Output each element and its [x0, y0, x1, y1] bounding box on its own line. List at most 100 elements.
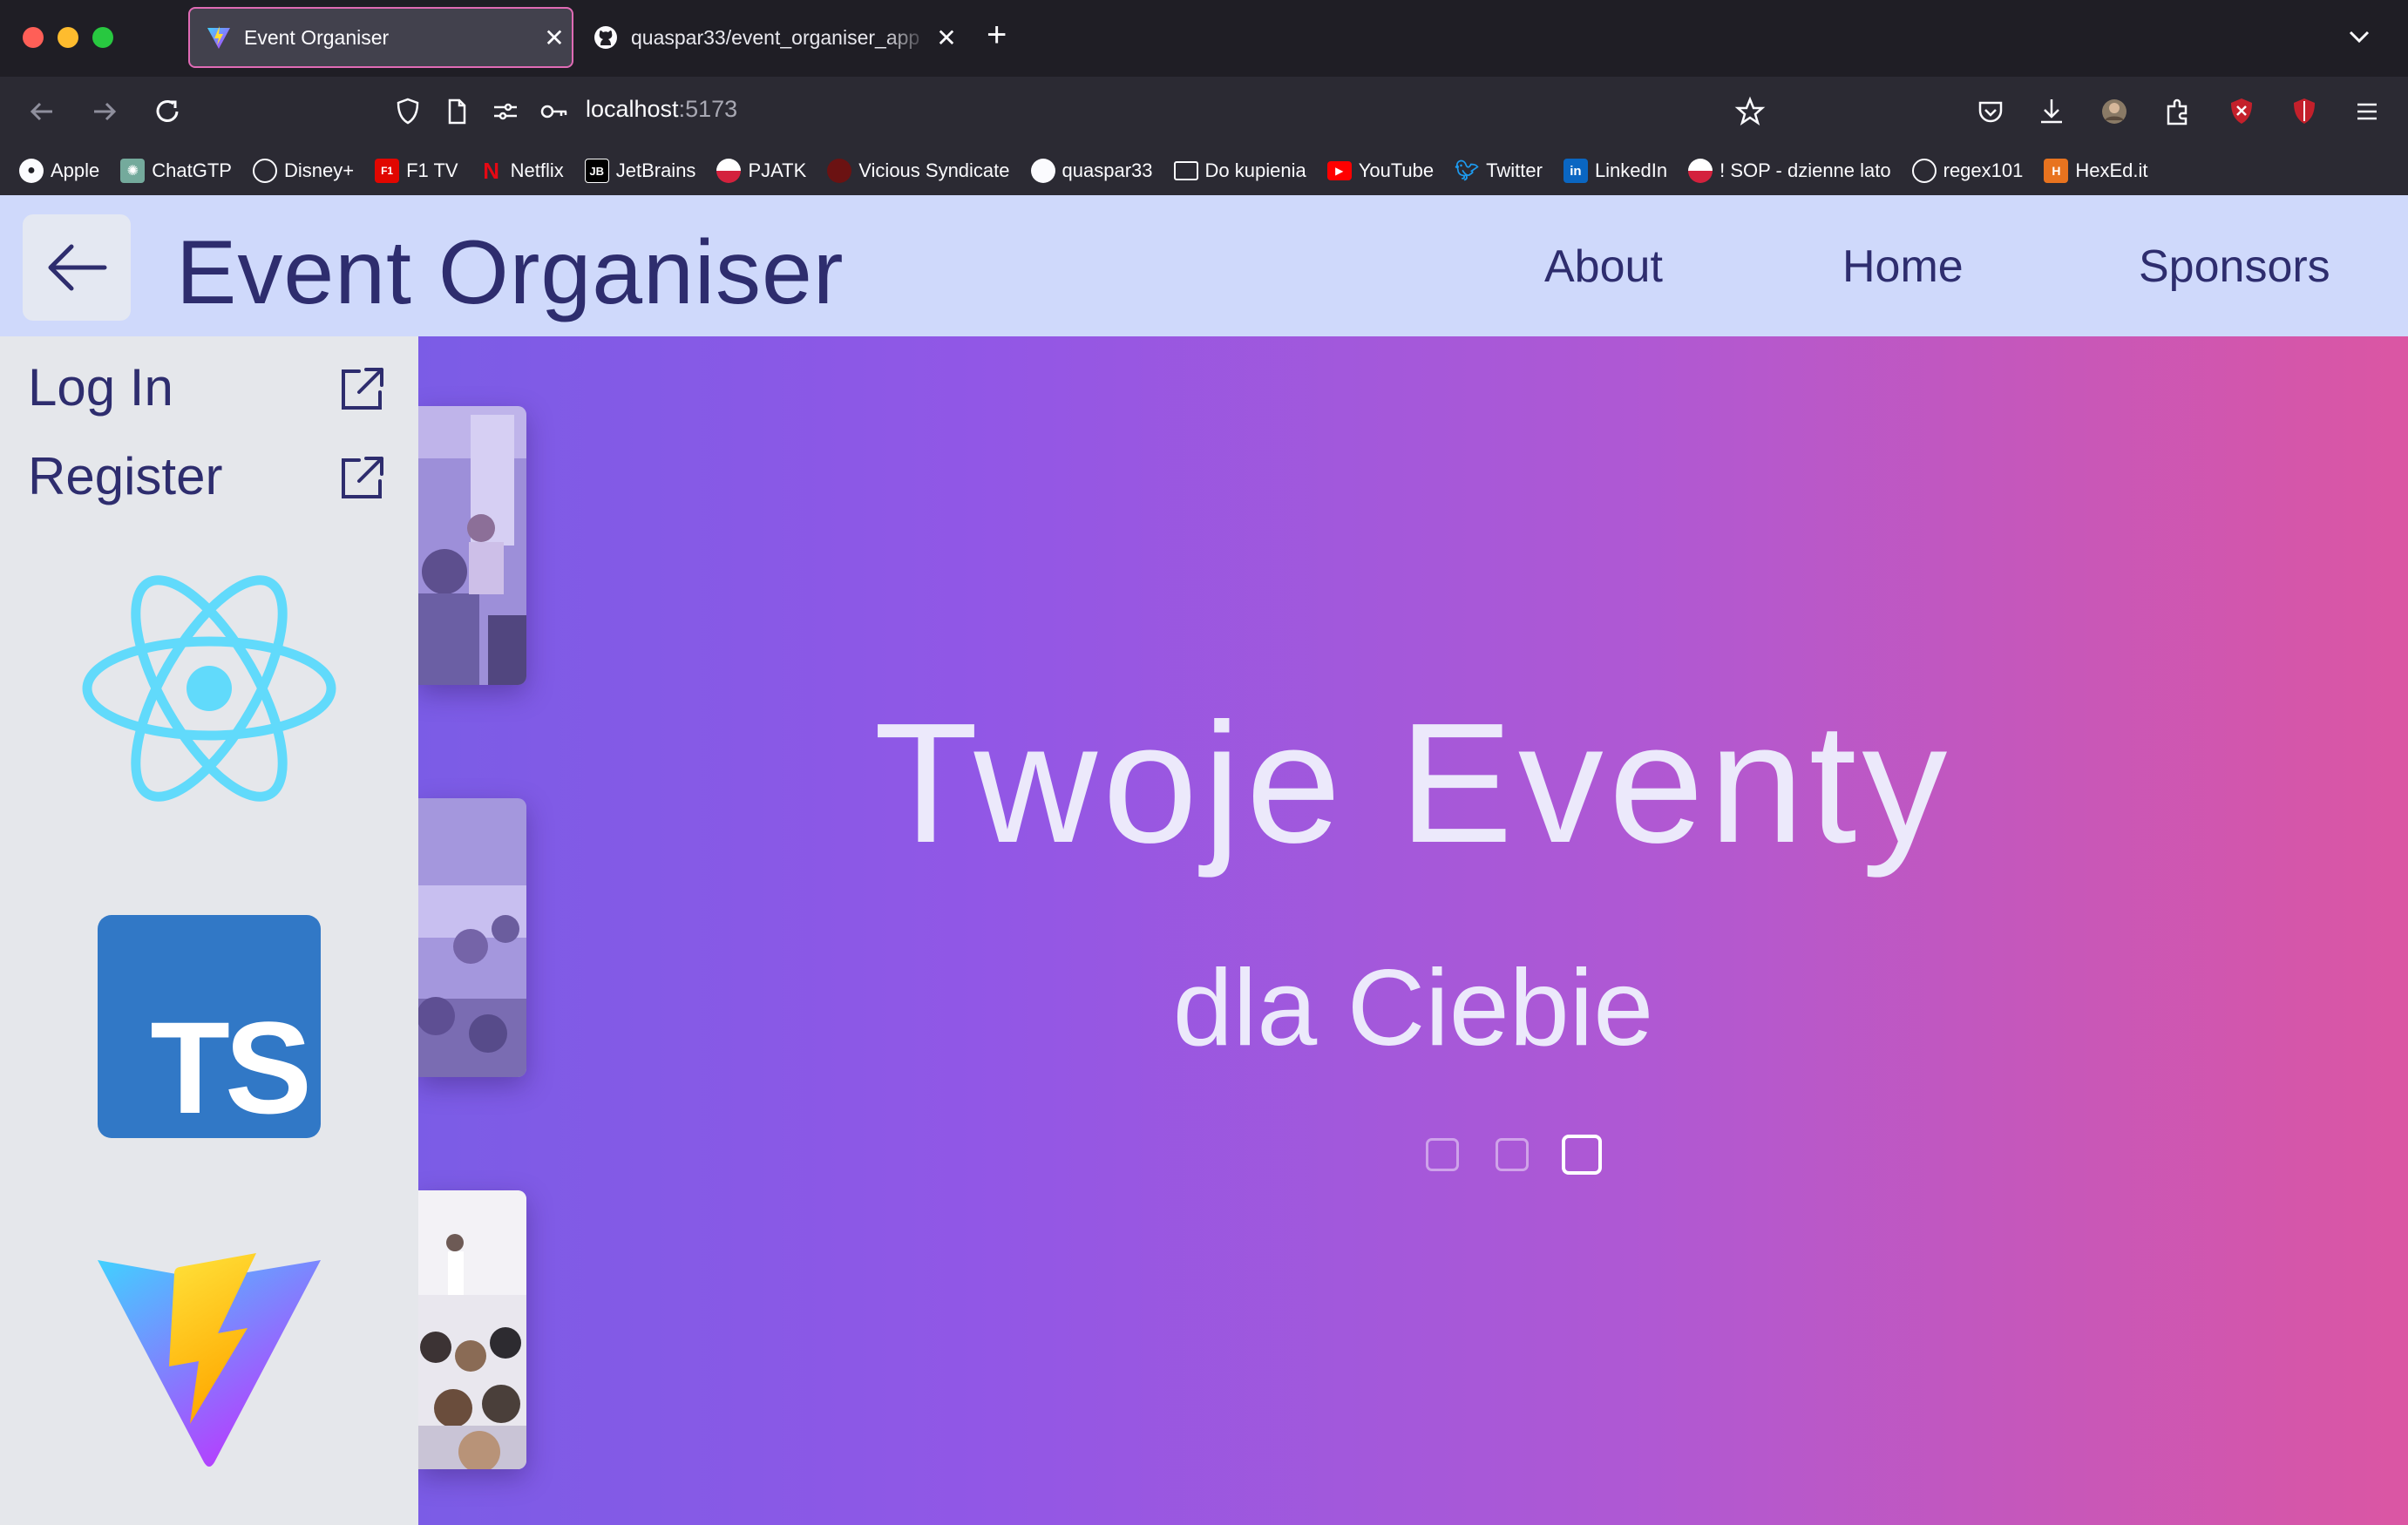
- bookmark-quaspar33[interactable]: quaspar33: [1030, 159, 1153, 183]
- privacy-shield-icon[interactable]: [2287, 94, 2322, 129]
- external-link-icon[interactable]: [336, 453, 387, 504]
- event-photo-thumbnail[interactable]: [418, 406, 526, 685]
- github-favicon-icon: [594, 26, 617, 49]
- external-link-icon[interactable]: [336, 364, 387, 415]
- site-header: Event Organiser About Home Sponsors: [0, 195, 2408, 336]
- url-port: :5173: [678, 96, 738, 122]
- bookmark-f1tv[interactable]: F1 F1 TV: [375, 159, 458, 183]
- netflix-icon: N: [483, 157, 499, 184]
- bookmark-hexed[interactable]: H HexEd.it: [2044, 159, 2148, 183]
- register-link[interactable]: Register: [28, 446, 222, 506]
- bookmark-label: Disney+: [283, 159, 355, 181]
- react-logo-icon: [82, 575, 336, 802]
- github-icon: [1030, 159, 1055, 183]
- tab-github[interactable]: quaspar33/event_organiser_app ✕: [580, 7, 964, 68]
- pocket-icon[interactable]: [1973, 94, 2008, 129]
- sop-icon: [1688, 159, 1713, 183]
- sidebar: Log In Register TS: [0, 336, 418, 1525]
- url-bar[interactable]: localhost:5173: [586, 96, 737, 123]
- ublock-shield-icon[interactable]: [2224, 94, 2259, 129]
- bookmark-jetbrains[interactable]: JB JetBrains: [584, 159, 696, 183]
- pjatk-icon: [716, 159, 742, 183]
- bookmark-netflix[interactable]: N Netflix: [479, 157, 564, 184]
- site-title: Event Organiser: [176, 222, 844, 323]
- bookmark-label: Vicious Syndicate: [858, 159, 1010, 181]
- account-avatar-icon[interactable]: [2097, 94, 2132, 129]
- bookmark-label: LinkedIn: [1594, 159, 1668, 181]
- menu-hamburger-icon[interactable]: [2350, 94, 2384, 129]
- close-tab-icon[interactable]: ✕: [929, 24, 964, 52]
- new-tab-icon[interactable]: +: [987, 16, 1007, 55]
- bookmark-youtube[interactable]: ▶ YouTube: [1326, 159, 1435, 182]
- carousel-dot-1[interactable]: [1426, 1138, 1459, 1171]
- globe-icon: [252, 159, 277, 183]
- back-arrow-icon[interactable]: [24, 94, 59, 129]
- minimize-window-button[interactable]: [58, 27, 78, 48]
- download-icon[interactable]: [2034, 94, 2069, 129]
- url-host: localhost: [586, 96, 679, 122]
- star-bookmark-icon[interactable]: [1733, 94, 1767, 129]
- login-link[interactable]: Log In: [28, 357, 173, 417]
- bookmark-linkedin[interactable]: in LinkedIn: [1563, 159, 1668, 183]
- globe-icon: [1911, 159, 1937, 183]
- bookmark-chatgpt[interactable]: ✺ ChatGTP: [120, 159, 232, 183]
- tab-title: Event Organiser: [244, 25, 390, 49]
- typescript-logo-icon: TS: [98, 915, 321, 1141]
- bookmark-label: Do kupienia: [1204, 159, 1306, 181]
- tab-strip: Event Organiser ✕ quaspar33/event_organi…: [0, 0, 2408, 77]
- bookmark-folder-do-kupienia[interactable]: Do kupienia: [1173, 159, 1306, 182]
- nav-about[interactable]: About: [1544, 241, 1663, 293]
- bookmark-sop[interactable]: ! SOP - dzienne lato: [1688, 159, 1891, 183]
- bookmark-label: JetBrains: [615, 159, 696, 181]
- apple-icon: ●: [19, 159, 44, 183]
- forward-arrow-icon[interactable]: [87, 94, 122, 129]
- reload-icon[interactable]: [150, 94, 185, 129]
- bookmark-regex101[interactable]: regex101: [1911, 159, 2023, 183]
- bookmark-label: HexEd.it: [2075, 159, 2148, 181]
- navigation-toolbar: localhost:5173: [0, 77, 2408, 146]
- chevron-down-icon[interactable]: [2344, 21, 2375, 52]
- page-icon[interactable]: [439, 94, 474, 129]
- f1-icon: F1: [375, 159, 400, 183]
- bookmark-label: F1 TV: [406, 159, 458, 181]
- vite-favicon-icon: [207, 26, 230, 49]
- arrow-left-icon: [48, 244, 107, 291]
- shield-icon[interactable]: [390, 94, 425, 129]
- nav-sponsors[interactable]: Sponsors: [2139, 241, 2330, 293]
- back-button[interactable]: [23, 214, 131, 321]
- maximize-window-button[interactable]: [92, 27, 113, 48]
- bookmark-label: Netflix: [510, 159, 564, 181]
- ts-logo-text: TS: [150, 994, 312, 1141]
- tab-event-organiser[interactable]: Event Organiser ✕: [188, 7, 573, 68]
- event-photo-thumbnail[interactable]: [418, 1190, 526, 1469]
- web-page: Event Organiser About Home Sponsors Log …: [0, 195, 2408, 1525]
- bookmark-apple[interactable]: ● Apple: [19, 159, 99, 183]
- bookmark-pjatk[interactable]: PJATK: [716, 159, 806, 183]
- bookmarks-bar: ● Apple ✺ ChatGTP Disney+ F1 F1 TV N Net…: [0, 146, 2408, 195]
- bookmark-twitter[interactable]: 🐦︎ Twitter: [1455, 159, 1543, 183]
- chatgpt-icon: ✺: [120, 159, 146, 183]
- key-icon[interactable]: [537, 94, 572, 129]
- bookmark-disney[interactable]: Disney+: [252, 159, 355, 183]
- hero-title: Twoje Eventy: [873, 688, 1953, 878]
- bookmark-label: PJATK: [748, 159, 807, 181]
- bookmark-label: ChatGTP: [152, 159, 232, 181]
- bookmark-label: quaspar33: [1062, 159, 1153, 181]
- bookmark-label: Apple: [51, 159, 100, 181]
- extensions-icon[interactable]: [2160, 94, 2194, 129]
- bookmark-label: ! SOP - dzienne lato: [1720, 159, 1891, 181]
- browser-window: Event Organiser ✕ quaspar33/event_organi…: [0, 0, 2408, 1525]
- carousel-dot-2[interactable]: [1496, 1138, 1529, 1171]
- nav-home[interactable]: Home: [1842, 241, 1964, 293]
- permissions-icon[interactable]: [488, 94, 523, 129]
- close-window-button[interactable]: [23, 27, 44, 48]
- carousel-dot-3-active[interactable]: [1562, 1135, 1602, 1175]
- twitter-icon: 🐦︎: [1455, 159, 1480, 181]
- youtube-icon: ▶: [1326, 161, 1352, 180]
- hexed-icon: H: [2044, 159, 2069, 183]
- bookmark-label: YouTube: [1358, 159, 1435, 181]
- jetbrains-icon: JB: [584, 159, 609, 183]
- bookmark-label: Twitter: [1486, 159, 1543, 181]
- bookmark-vicious-syndicate[interactable]: Vicious Syndicate: [827, 159, 1010, 183]
- close-tab-icon[interactable]: ✕: [537, 24, 572, 52]
